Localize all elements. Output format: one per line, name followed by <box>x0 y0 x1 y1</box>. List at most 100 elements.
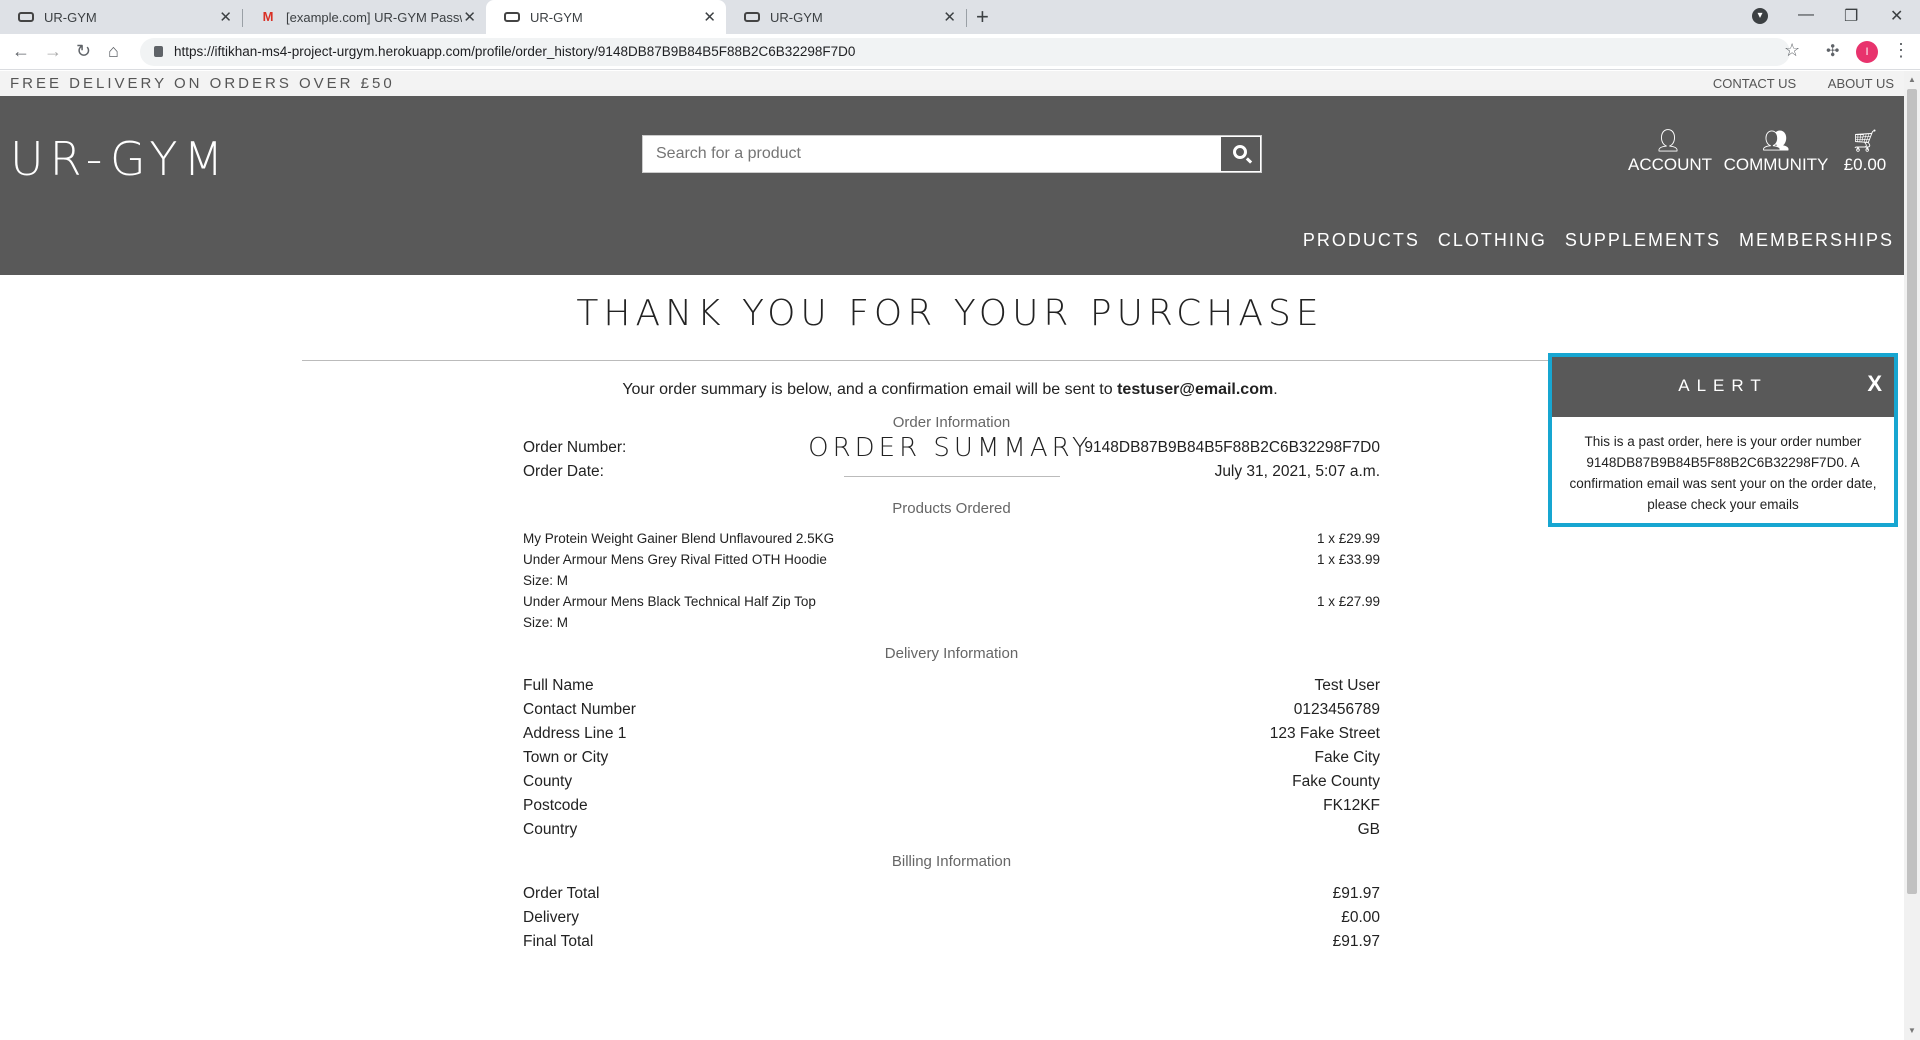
main-nav: PRODUCTS CLOTHING SUPPLEMENTS MEMBERSHIP… <box>1285 230 1894 251</box>
scroll-up-icon[interactable]: ▲ <box>1908 75 1916 84</box>
product-qty: 1 x £29.99 <box>1316 531 1380 546</box>
scroll-down-icon[interactable]: ▼ <box>1908 1026 1916 1035</box>
shopping-bag-link[interactable]: 🛒︎ £0.00 <box>1836 129 1894 175</box>
nav-supplements[interactable]: SUPPLEMENTS <box>1565 230 1721 251</box>
gmail-favicon-icon: M <box>262 9 274 24</box>
summary-divider <box>844 476 1060 477</box>
minimize-icon[interactable]: — <box>1798 6 1814 24</box>
browser-toolbar: ← → ↻ ⌂ https://iftikhan-ms4-project-urg… <box>0 34 1920 70</box>
site-logo[interactable]: UR-GYM <box>10 132 229 186</box>
tab-title: UR-GYM <box>770 9 823 25</box>
reload-icon[interactable]: ↻ <box>76 41 91 62</box>
url-text[interactable]: https://iftikhan-ms4-project-urgym.herok… <box>174 44 855 59</box>
products-heading: Products Ordered <box>892 500 1011 517</box>
account-label: ACCOUNT <box>1628 155 1713 174</box>
page-title: THANK YOU FOR YOUR PURCHASE <box>576 293 1324 334</box>
tab-close-icon[interactable]: ✕ <box>219 8 232 26</box>
browser-tab[interactable]: M [example.com] UR-GYM Passwor ✕ <box>242 0 486 34</box>
bookmark-star-icon[interactable]: ☆ <box>1784 40 1800 61</box>
community-link[interactable]: 👥︎ COMMUNITY <box>1722 129 1830 175</box>
lead-email: testuser@email.com <box>1117 381 1274 398</box>
billing-value: £91.97 <box>1332 933 1380 950</box>
order-date-label: Order Date: <box>523 463 604 480</box>
address-bar[interactable]: https://iftikhan-ms4-project-urgym.herok… <box>140 38 1790 66</box>
billing-label: Delivery <box>523 909 579 926</box>
search-button[interactable] <box>1220 136 1261 172</box>
tab-close-icon[interactable]: ✕ <box>943 8 956 26</box>
tab-title: UR-GYM <box>530 9 583 25</box>
site-favicon-icon <box>504 12 520 22</box>
forward-icon[interactable]: → <box>44 41 62 62</box>
delivery-value: 123 Fake Street <box>1269 725 1380 742</box>
lead-end: . <box>1273 381 1278 398</box>
tab-search-icon[interactable]: ▾ <box>1752 8 1768 24</box>
nav-clothing[interactable]: CLOTHING <box>1438 230 1547 251</box>
product-qty: 1 x £27.99 <box>1316 594 1380 609</box>
delivery-label: Address Line 1 <box>523 725 627 742</box>
delivery-value: Test User <box>1314 677 1380 694</box>
delivery-heading: Delivery Information <box>884 645 1019 662</box>
order-date-value: July 31, 2021, 5:07 a.m. <box>1214 463 1380 480</box>
user-icon: 👤︎ <box>1654 128 1682 153</box>
cart-icon: 🛒︎ <box>1851 128 1879 153</box>
alert-close-button[interactable]: X <box>1867 371 1882 397</box>
site-header: UR-GYM 👤︎ ACCOUNT 👥︎ COMMUNITY 🛒︎ £0.00 … <box>0 96 1904 275</box>
browser-menu-icon[interactable]: ⋮ <box>1892 40 1910 61</box>
billing-label: Final Total <box>523 933 594 950</box>
product-size: Size: M <box>523 573 569 588</box>
order-info-heading: Order Information <box>892 414 1011 431</box>
order-summary-title: ORDER SUMMARY <box>808 433 1092 463</box>
product-qty: 1 x £33.99 <box>1316 552 1380 567</box>
delivery-label: County <box>523 773 573 790</box>
about-us-link[interactable]: ABOUT US <box>1828 76 1894 91</box>
scroll-thumb[interactable] <box>1907 89 1917 894</box>
product-size: Size: M <box>523 615 569 630</box>
product-name: Under Armour Mens Grey Rival Fitted OTH … <box>523 552 827 567</box>
billing-heading: Billing Information <box>891 853 1012 870</box>
search-icon <box>1233 145 1247 159</box>
promo-text: FREE DELIVERY ON ORDERS OVER £50 <box>10 75 395 92</box>
site-favicon-icon <box>744 12 760 22</box>
browser-tab-strip: UR-GYM ✕ M [example.com] UR-GYM Passwor … <box>0 0 1920 34</box>
account-link[interactable]: 👤︎ ACCOUNT <box>1628 128 1712 175</box>
billing-label: Order Total <box>523 885 600 902</box>
order-number-value: 9148DB87B9B84B5F88B2C6B32298F7D0 <box>1084 439 1380 456</box>
restore-icon[interactable]: ❐ <box>1844 6 1858 26</box>
close-window-icon[interactable]: ✕ <box>1890 6 1903 26</box>
order-number-label: Order Number: <box>523 439 627 456</box>
delivery-label: Town or City <box>523 749 609 766</box>
new-tab-icon[interactable]: + <box>976 4 989 30</box>
users-icon: 👥︎ <box>1762 128 1790 153</box>
delivery-value: 0123456789 <box>1293 701 1380 718</box>
nav-memberships[interactable]: MEMBERSHIPS <box>1739 230 1894 251</box>
delivery-label: Country <box>523 821 578 838</box>
tab-title: [example.com] UR-GYM Passwor <box>286 9 462 25</box>
web-page: FREE DELIVERY ON ORDERS OVER £50 CONTACT… <box>0 71 1904 1040</box>
site-favicon-icon <box>18 12 34 22</box>
back-icon[interactable]: ← <box>12 41 30 62</box>
top-links: CONTACT US ABOUT US <box>1685 76 1894 91</box>
lead-message: Your order summary is below, and a confi… <box>622 381 1113 398</box>
page-scrollbar[interactable]: ▲ ▼ <box>1904 71 1920 1040</box>
contact-us-link[interactable]: CONTACT US <box>1713 76 1796 91</box>
search-input[interactable] <box>643 136 1220 172</box>
extensions-icon[interactable]: ✣ <box>1826 41 1839 61</box>
tab-separator <box>966 9 967 27</box>
title-divider <box>302 360 1598 361</box>
tab-close-icon[interactable]: ✕ <box>463 8 476 26</box>
home-icon[interactable]: ⌂ <box>108 41 119 62</box>
tab-close-icon[interactable]: ✕ <box>703 8 716 26</box>
bag-total: £0.00 <box>1843 155 1887 174</box>
profile-avatar[interactable]: I <box>1856 41 1878 63</box>
browser-tab[interactable]: UR-GYM ✕ <box>726 0 967 34</box>
lock-icon <box>154 46 163 57</box>
tab-title: UR-GYM <box>44 9 97 25</box>
alert-message: This is a past order, here is your order… <box>1569 434 1877 512</box>
nav-products[interactable]: PRODUCTS <box>1303 230 1420 251</box>
browser-tab-active[interactable]: UR-GYM ✕ <box>486 0 726 34</box>
browser-tab[interactable]: UR-GYM ✕ <box>0 0 243 34</box>
delivery-label: Postcode <box>523 797 588 814</box>
alert-header: ALERT X <box>1552 357 1894 417</box>
delivery-value: GB <box>1357 821 1380 838</box>
delivery-value: Fake County <box>1292 773 1380 790</box>
